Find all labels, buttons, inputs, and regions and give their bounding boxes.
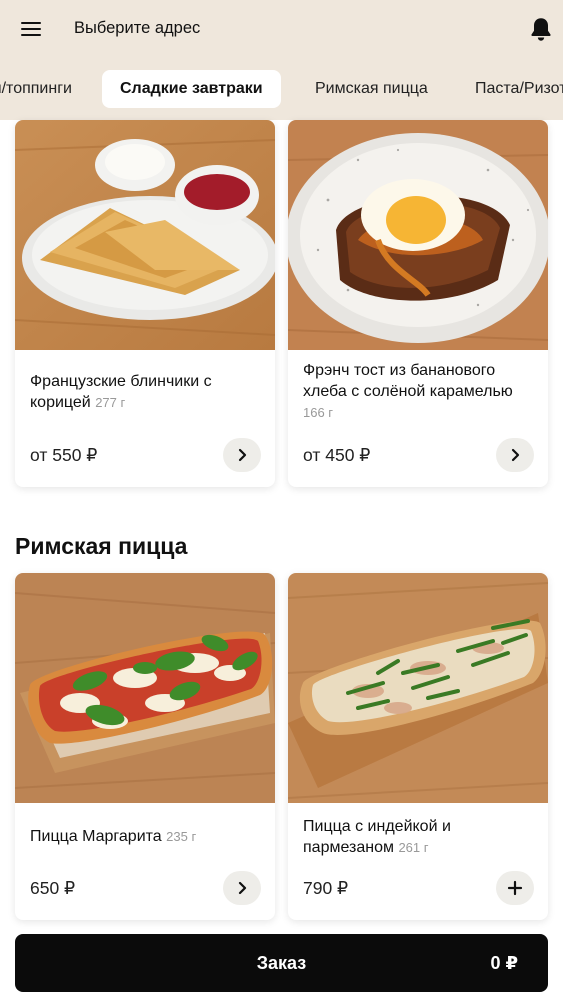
plus-icon[interactable] xyxy=(496,871,534,905)
product-weight: 166 г xyxy=(303,405,334,420)
tab-pasta-risotto[interactable]: Паста/Ризотто xyxy=(475,70,563,108)
order-label: Заказ xyxy=(256,953,307,973)
product-price: 790 ₽ xyxy=(303,878,349,898)
hamburger-menu-icon[interactable] xyxy=(21,22,41,36)
category-tabs: Соусы/топпинги Сладкие завтраки Римская … xyxy=(0,68,563,110)
tab-sweet-breakfasts[interactable]: Сладкие завтраки xyxy=(102,70,281,108)
product-name: Фрэнч тост из бананового хлеба с солёной… xyxy=(303,362,513,420)
section-title-roman-pizza: Римская пицца xyxy=(15,533,188,559)
product-card-pizza-turkey-parmesan[interactable]: Пицца с индейкой и пармезаном 261 г 790 … xyxy=(288,573,548,920)
product-weight: 235 г xyxy=(166,829,197,844)
product-weight: 277 г xyxy=(95,395,126,410)
product-price: от 450 ₽ xyxy=(303,445,371,465)
product-price: 650 ₽ xyxy=(30,878,76,898)
chevron-right-icon[interactable] xyxy=(223,871,261,905)
product-name: Французские блинчики с корицей 277 г xyxy=(30,373,212,411)
tab-sauces-toppings[interactable]: Соусы/топпинги xyxy=(0,70,72,108)
product-card-pizza-margherita[interactable]: Пицца Маргарита 235 г 650 ₽ xyxy=(15,573,275,920)
product-photo-crepes xyxy=(15,120,275,350)
top-bar: Выберите адрес Соусы/топпинги Сладкие за… xyxy=(0,0,563,120)
tab-roman-pizza[interactable]: Римская пицца xyxy=(315,70,428,108)
chevron-right-icon[interactable] xyxy=(223,438,261,472)
product-price: от 550 ₽ xyxy=(30,445,98,465)
order-button[interactable]: Заказ 0 ₽ xyxy=(15,934,548,992)
product-card-french-crepes[interactable]: Французские блинчики с корицей 277 г от … xyxy=(15,120,275,487)
chevron-right-icon[interactable] xyxy=(496,438,534,472)
order-total: 0 ₽ xyxy=(490,953,518,973)
address-selector[interactable]: Выберите адрес xyxy=(74,19,200,38)
product-name: Пицца с индейкой и пармезаном 261 г xyxy=(303,818,451,856)
product-card-french-toast[interactable]: Фрэнч тост из бананового хлеба с солёной… xyxy=(288,120,548,487)
product-name: Пицца Маргарита 235 г xyxy=(30,828,197,845)
product-photo-margherita xyxy=(15,573,275,803)
header: Выберите адрес xyxy=(0,0,563,60)
bell-icon[interactable] xyxy=(529,16,553,42)
product-photo-turkey-pizza xyxy=(288,573,548,803)
product-photo-french-toast xyxy=(288,120,548,350)
product-weight: 261 г xyxy=(398,840,429,855)
